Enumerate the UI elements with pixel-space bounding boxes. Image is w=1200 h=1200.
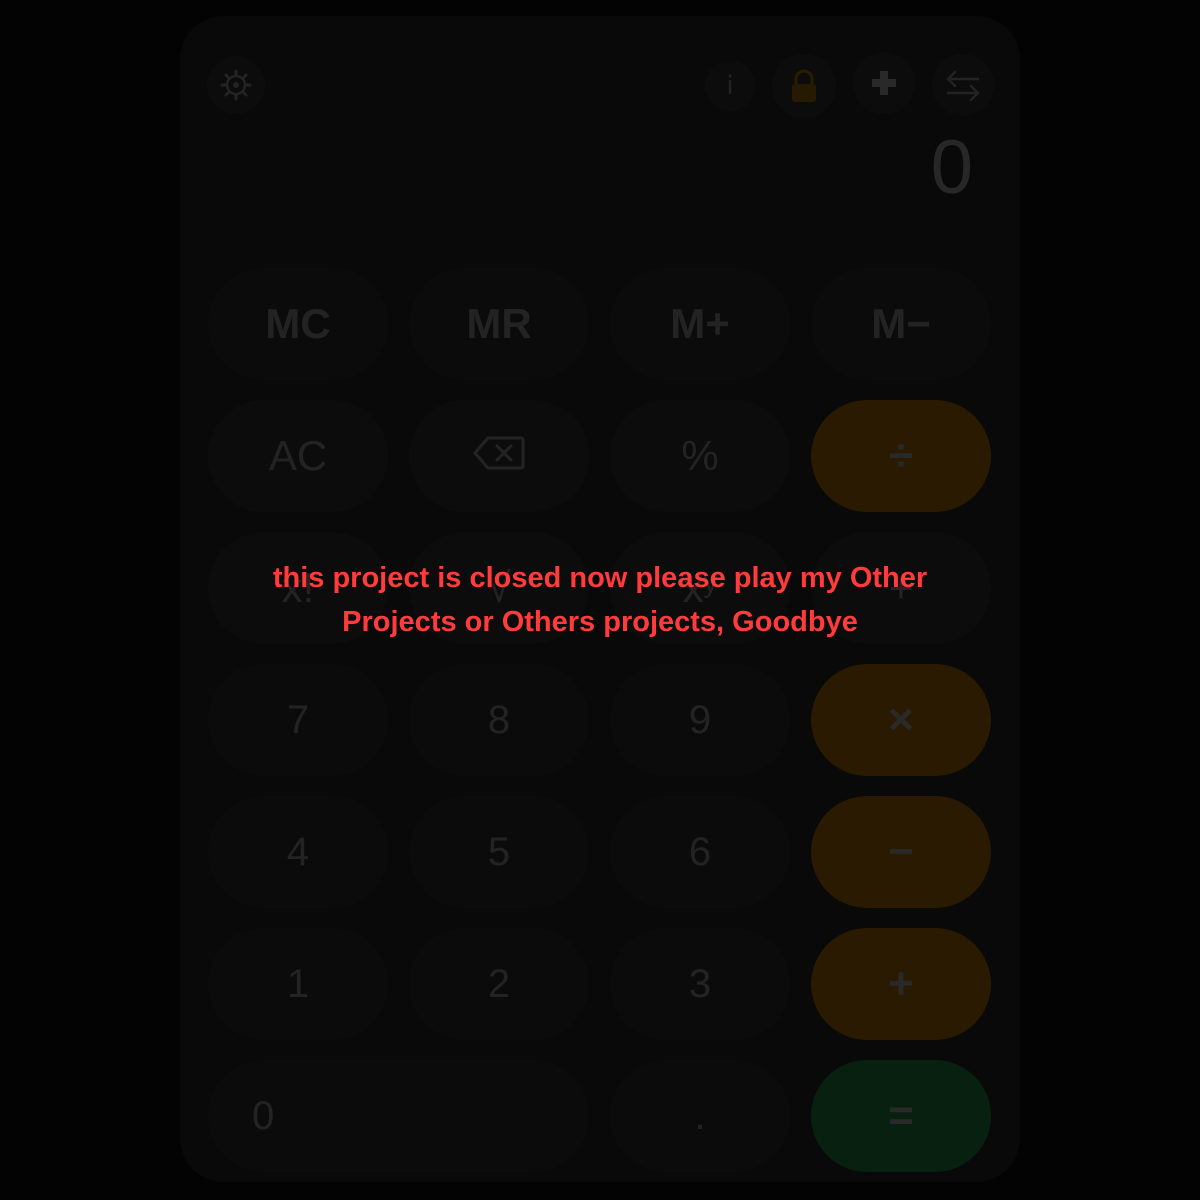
page: i <box>0 0 1200 1200</box>
closed-message: this project is closed now please play m… <box>272 562 928 638</box>
